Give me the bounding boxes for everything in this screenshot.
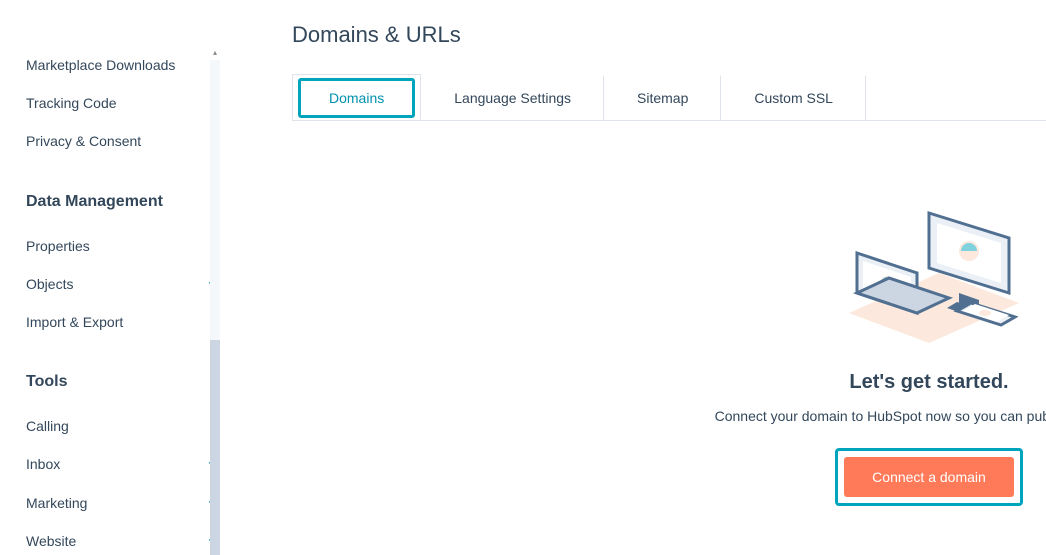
sidebar-item-label: Properties [26, 237, 90, 255]
tab-custom-ssl[interactable]: Custom SSL [721, 75, 866, 121]
sidebar-item-label: Tracking Code [26, 94, 117, 112]
sidebar-heading-data-management: Data Management [26, 193, 220, 211]
sidebar-item-label: Calling [26, 417, 69, 435]
sidebar-scrollbar[interactable] [210, 60, 220, 555]
empty-state-heading: Let's get started. [849, 371, 1008, 394]
connect-domain-button[interactable]: Connect a domain [844, 457, 1014, 497]
main-content: Domains & URLs Domains Language Settings… [246, 0, 1046, 555]
page-title: Domains & URLs [292, 22, 1046, 48]
sidebar-item-marketing[interactable]: Marketing [26, 484, 220, 522]
tab-sitemap[interactable]: Sitemap [604, 75, 721, 121]
connect-domain-highlight: Connect a domain [835, 448, 1023, 506]
sidebar-item-label: Website [26, 532, 76, 550]
sidebar-item-label: Privacy & Consent [26, 132, 141, 150]
sidebar-item-label: Inbox [26, 455, 60, 473]
devices-illustration-icon [829, 193, 1029, 353]
empty-state-subtext: Connect your domain to HubSpot now so yo… [715, 408, 1046, 424]
sidebar-item-import-export[interactable]: Import & Export [26, 303, 220, 341]
tabs-bar: Domains Language Settings Sitemap Custom… [292, 72, 1046, 121]
sidebar-item-label: Import & Export [26, 313, 123, 331]
tab-domains[interactable]: Domains [298, 78, 415, 118]
scroll-up-icon[interactable]: ▴ [210, 46, 220, 58]
tab-language-settings[interactable]: Language Settings [421, 75, 604, 121]
sidebar-item-marketplace-downloads[interactable]: Marketplace Downloads [26, 46, 220, 84]
sidebar-item-objects[interactable]: Objects [26, 265, 220, 303]
settings-sidebar: ▴ Marketplace Downloads Tracking Code Pr… [0, 0, 246, 555]
sidebar-heading-tools: Tools [26, 373, 220, 391]
sidebar-item-label: Objects [26, 275, 73, 293]
sidebar-item-tracking-code[interactable]: Tracking Code [26, 84, 220, 122]
tab-domains-wrap: Domains [292, 74, 421, 120]
sidebar-scrollbar-thumb[interactable] [210, 340, 220, 555]
sidebar-item-label: Marketing [26, 494, 87, 512]
sidebar-item-properties[interactable]: Properties [26, 227, 220, 265]
sidebar-item-inbox[interactable]: Inbox [26, 445, 220, 483]
empty-state: Let's get started. Connect your domain t… [292, 121, 1046, 193]
sidebar-item-calling[interactable]: Calling [26, 407, 220, 445]
sidebar-item-label: Marketplace Downloads [26, 56, 175, 74]
sidebar-item-privacy-consent[interactable]: Privacy & Consent [26, 122, 220, 160]
sidebar-item-website[interactable]: Website [26, 522, 220, 555]
